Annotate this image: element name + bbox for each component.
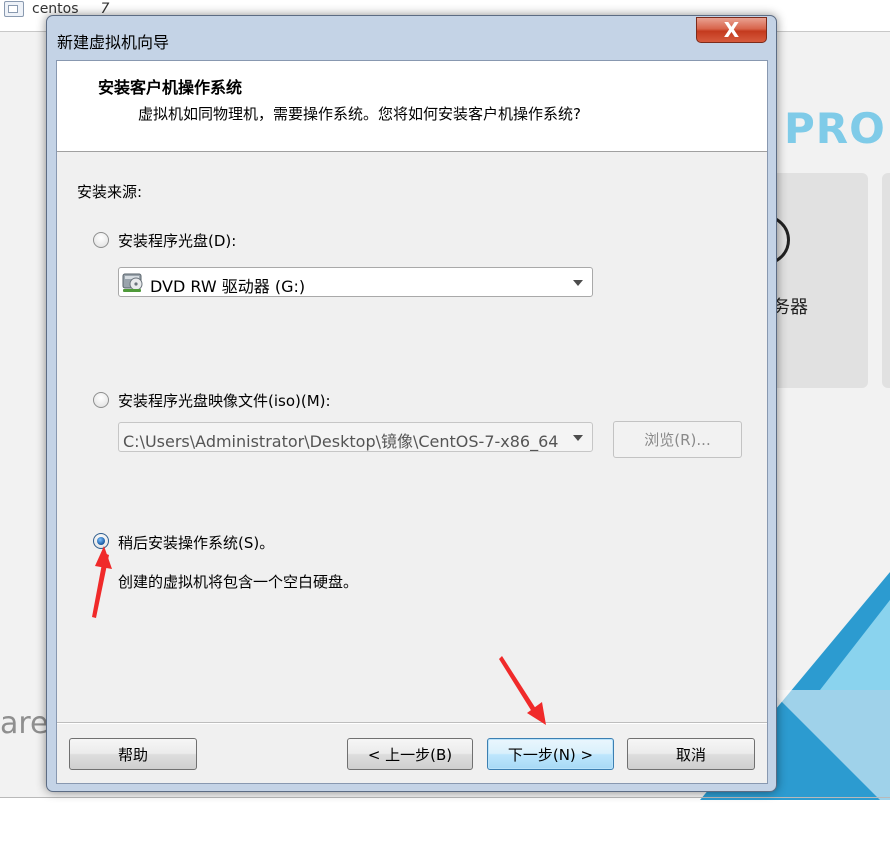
home-card-next[interactable] bbox=[882, 173, 890, 388]
iso-path-combo: C:\Users\Administrator\Desktop\镜像\CentOS… bbox=[118, 422, 593, 452]
radio-install-disc[interactable] bbox=[93, 232, 109, 248]
vm-icon bbox=[4, 1, 24, 17]
browse-button: 浏览(R)... bbox=[613, 421, 742, 458]
background-bottom-divider bbox=[0, 797, 890, 798]
close-button[interactable]: X bbox=[696, 17, 767, 43]
brand-graphic-white bbox=[770, 690, 890, 810]
install-source-label: 安装来源: bbox=[77, 183, 143, 201]
dialog-title: 新建虚拟机向导 bbox=[57, 33, 170, 52]
page-subtitle: 虚拟机如同物理机，需要操作系统。您将如何安装客户机操作系统? bbox=[138, 105, 581, 123]
chevron-down-icon bbox=[573, 280, 583, 286]
footer-divider-highlight bbox=[57, 723, 767, 724]
help-button[interactable]: 帮助 bbox=[69, 738, 197, 770]
page-title: 安装客户机操作系统 bbox=[98, 78, 243, 97]
chevron-down-icon bbox=[573, 435, 583, 441]
radio-install-later[interactable] bbox=[93, 533, 109, 549]
close-icon: X bbox=[723, 18, 740, 42]
iso-path-value: C:\Users\Administrator\Desktop\镜像\CentOS… bbox=[123, 432, 559, 451]
new-vm-wizard-dialog: 新建虚拟机向导 X 安装客户机操作系统 虚拟机如同物理机，需要操作系统。您将如何… bbox=[46, 15, 777, 792]
dvd-drive-icon bbox=[122, 273, 143, 292]
radio-install-iso[interactable] bbox=[93, 392, 109, 408]
home-card-label: 务器 bbox=[772, 297, 808, 318]
next-button[interactable]: 下一步(N) > bbox=[487, 738, 614, 770]
header-panel: 安装客户机操作系统 虚拟机如同物理机，需要操作系统。您将如何安装客户机操作系统? bbox=[57, 61, 767, 152]
vmware-logo-text: are bbox=[0, 706, 49, 741]
install-later-description: 创建的虚拟机将包含一个空白硬盘。 bbox=[118, 573, 359, 591]
radio-install-iso-label[interactable]: 安装程序光盘映像文件(iso)(M): bbox=[118, 390, 331, 411]
brand-pro-text: PRO bbox=[784, 104, 886, 153]
dialog-client-area: 安装客户机操作系统 虚拟机如同物理机，需要操作系统。您将如何安装客户机操作系统?… bbox=[56, 60, 768, 784]
brand-graphic-light bbox=[820, 600, 890, 690]
drive-select-value: DVD RW 驱动器 (G:) bbox=[150, 277, 306, 296]
drive-select[interactable]: DVD RW 驱动器 (G:) bbox=[118, 267, 593, 297]
back-button[interactable]: < 上一步(B) bbox=[347, 738, 473, 770]
radio-install-later-label[interactable]: 稍后安装操作系统(S)。 bbox=[118, 532, 274, 553]
cancel-button[interactable]: 取消 bbox=[627, 738, 755, 770]
radio-install-disc-label[interactable]: 安装程序光盘(D): bbox=[118, 230, 236, 251]
